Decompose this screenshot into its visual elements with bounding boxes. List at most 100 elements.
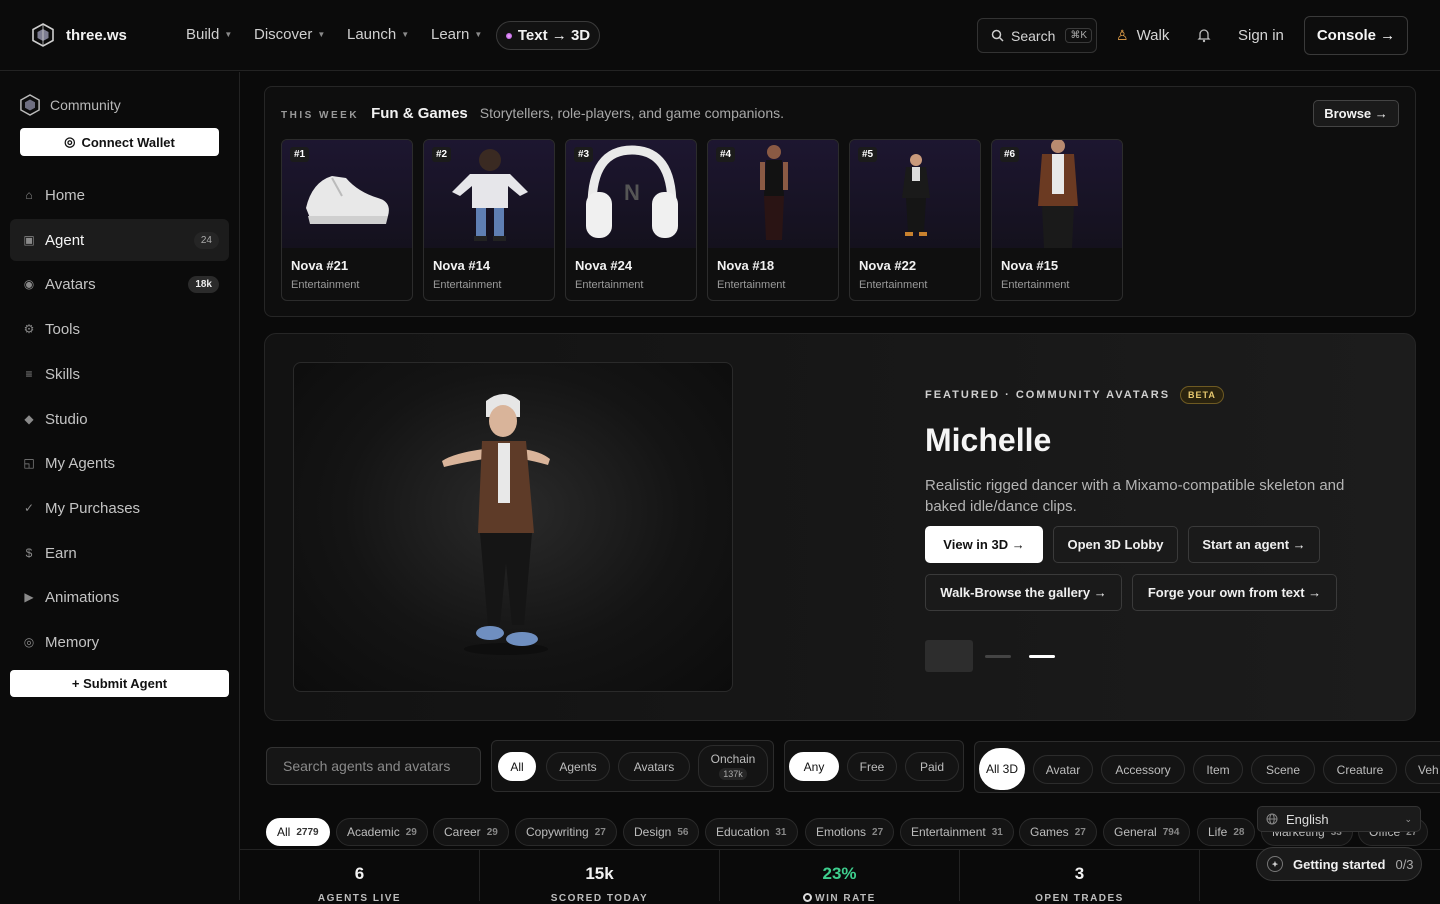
this-week-header: THIS WEEK Fun & Games Storytellers, role… [281,105,784,122]
avatar-3d-viewer[interactable] [293,362,733,692]
kind-filter-accessory[interactable]: Accessory [1101,755,1185,784]
chip-label: Career [444,825,481,839]
kind-filter-vehicle[interactable]: Veh [1405,755,1440,784]
sign-in-link[interactable]: Sign in [1238,27,1284,44]
dollar-icon: $ [25,546,33,560]
sidebar-item-label: Earn [45,544,77,562]
nav-build-label: Build [186,26,220,43]
sidebar-item-memory[interactable]: ◎ Memory [10,621,229,663]
sidebar-item-skills[interactable]: ≡ Skills [10,353,229,395]
category-chip-general[interactable]: General 794 [1103,818,1191,846]
category-chip-all[interactable]: All 2779 [266,818,330,846]
sidebar-item-agent[interactable]: ▣ Agent 24 [10,219,229,261]
nav-discover[interactable]: Discover ▼ [254,26,325,43]
sidebar-item-my-purchases[interactable]: ✓ My Purchases [10,487,229,529]
card-category: Entertainment [291,279,360,291]
walk-browse-gallery-button[interactable]: Walk-Browse the gallery → [925,574,1122,611]
category-chip-design[interactable]: Design 56 [623,818,700,846]
category-chip-life[interactable]: Life 28 [1197,818,1256,846]
category-chip-games[interactable]: Games 27 [1019,818,1097,846]
text-to-3d-button[interactable]: Text → 3D [496,21,600,50]
type-filter-all[interactable]: All [498,752,536,781]
walk-button[interactable]: ♙ Walk [1116,27,1169,44]
getting-started-button[interactable]: ✦ Getting started 0/3 [1256,847,1422,881]
type-filter-agents[interactable]: Agents [546,752,610,781]
sidebar-item-animations[interactable]: ▶ Animations [10,576,229,618]
agent-card[interactable]: #2 Nova #14 Entertainment [423,139,555,301]
community-label: Community [50,97,121,113]
chip-count: 27 [594,826,606,838]
kind-filter-scene[interactable]: Scene [1251,755,1315,784]
kind-filter-item[interactable]: Item [1193,755,1243,784]
sidebar-item-avatars[interactable]: ◉ Avatars 18k [10,263,229,305]
avatar-icon: ◉ [23,277,35,291]
agent-card[interactable]: #5 Nova #22 Entertainment [849,139,981,301]
language-select[interactable]: English ⌄ [1257,806,1421,832]
search-input[interactable]: Search agents and avatars [266,747,481,785]
chevron-down-icon: ▼ [474,30,483,39]
sidebar-item-my-agents[interactable]: ◱ My Agents [10,442,229,484]
kind-filter-creature[interactable]: Creature [1323,755,1397,784]
category-chip-career[interactable]: Career 29 [433,818,509,846]
card-title: Nova #14 [433,258,491,273]
type-filter-onchain[interactable]: Onchain 137k [698,745,768,787]
chevron-down-icon: ▼ [401,30,410,39]
agent-icon: ▣ [23,233,35,247]
notifications-button[interactable] [1196,27,1212,48]
chip-label: General [1114,825,1157,839]
sidebar-item-home[interactable]: ⌂ Home [10,174,229,216]
agent-card[interactable]: N #3 Nova #24 Entertainment [565,139,697,301]
section-eyebrow: THIS WEEK [281,110,360,121]
chip-count: 794 [1162,826,1180,838]
chip-count: 31 [991,826,1003,838]
community-link[interactable]: Community [20,94,121,116]
connect-wallet-button[interactable]: ◎ Connect Wallet [20,128,219,156]
stat-label: AGENTS LIVE [317,893,402,904]
forge-from-text-button[interactable]: Forge your own from text → [1132,574,1337,611]
card-title: Nova #15 [1001,258,1059,273]
browse-button[interactable]: Browse → [1313,100,1399,127]
price-filter-free[interactable]: Free [847,752,897,781]
nav-learn[interactable]: Learn ▼ [431,26,482,43]
start-agent-button[interactable]: Start an agent → [1188,526,1320,563]
console-button[interactable]: Console → [1304,16,1408,55]
kind-filter-avatar[interactable]: Avatar [1033,755,1093,784]
category-chip-academic[interactable]: Academic 29 [336,818,428,846]
count-badge: 24 [193,231,219,249]
avatar-model-image [442,394,550,655]
rank-badge: #5 [858,147,878,162]
stat-open-trades: 3 OPEN TRADES [960,850,1200,904]
search-button[interactable]: Search ⌘K [977,18,1097,53]
search-icon [991,29,1004,42]
kind-filter-all-3d[interactable]: All 3D [979,748,1025,790]
open-3d-lobby-button[interactable]: Open 3D Lobby [1053,526,1178,563]
carousel-thumbnail[interactable] [925,640,973,672]
category-chip-education[interactable]: Education 31 [705,818,798,846]
featured-title: Michelle [925,422,1052,458]
count-badge: 137k [719,768,747,780]
category-chip-copywriting[interactable]: Copywriting 27 [515,818,617,846]
carousel-indicator[interactable] [985,655,1011,658]
sidebar-item-tools[interactable]: ⚙ Tools [10,308,229,350]
category-chip-entertainment[interactable]: Entertainment 31 [900,818,1014,846]
agent-card[interactable]: #1 Nova #21 Entertainment [281,139,413,301]
price-filter-paid[interactable]: Paid [905,752,959,781]
price-filter-any[interactable]: Any [789,752,839,781]
category-chip-emotions[interactable]: Emotions 27 [805,818,895,846]
chip-label: Games [1030,825,1069,839]
agent-card[interactable]: #4 Nova #18 Entertainment [707,139,839,301]
view-in-3d-button[interactable]: View in 3D → [925,526,1043,563]
search-label: Search [1011,27,1056,44]
submit-agent-button[interactable]: + Submit Agent [10,670,229,697]
sidebar-item-earn[interactable]: $ Earn [10,532,229,574]
agent-card[interactable]: #6 Nova #15 Entertainment [991,139,1123,301]
nav-launch[interactable]: Launch ▼ [347,26,409,43]
chip-label: All [277,825,291,839]
carousel-indicator-active[interactable] [1029,655,1055,658]
brand-logo[interactable]: three.ws [32,23,127,47]
sidebar-item-studio[interactable]: ◆ Studio [10,398,229,440]
type-filter-avatars[interactable]: Avatars [618,752,690,781]
chip-label: Copywriting [526,825,589,839]
nav-build[interactable]: Build ▼ [186,26,232,43]
sidebar-item-label: Avatars [45,275,96,293]
